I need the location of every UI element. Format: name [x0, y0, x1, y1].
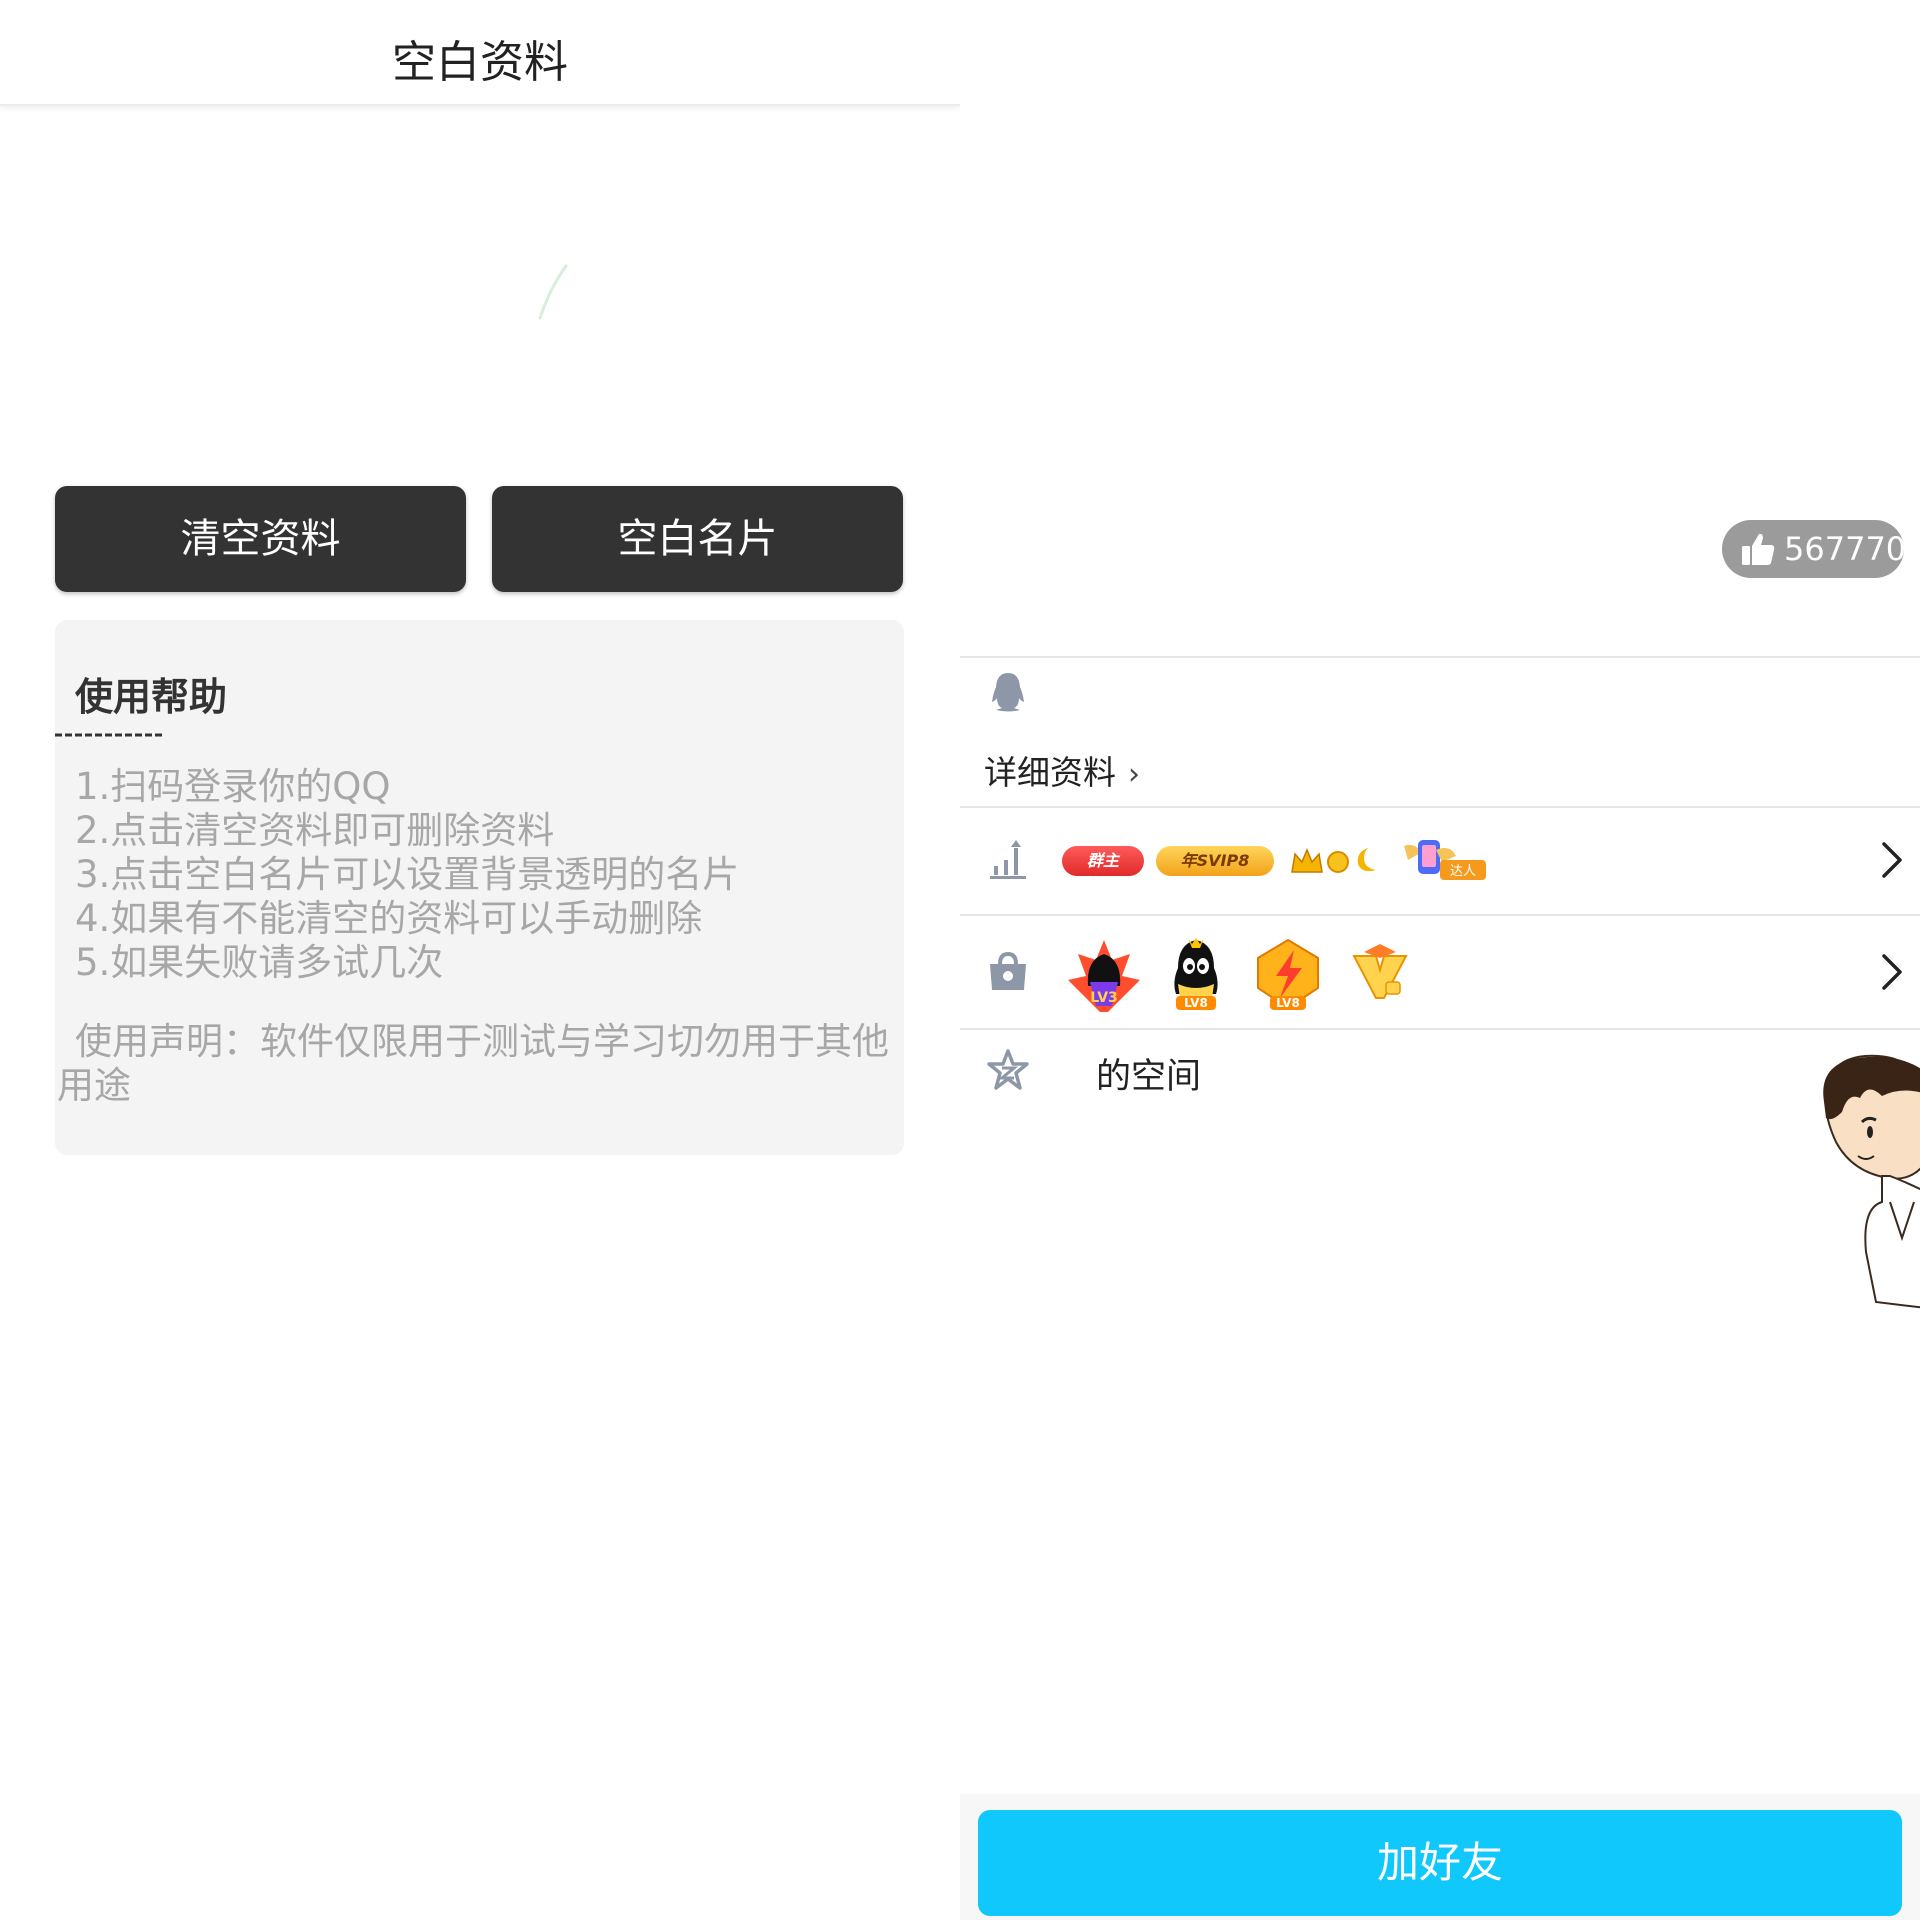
chevron-right-icon[interactable] [1876, 838, 1906, 882]
svg-text:LV8: LV8 [1184, 996, 1208, 1010]
penguin-icon [992, 673, 1024, 712]
expert-badge-icon: 达人 [1404, 840, 1486, 880]
v-shield-icon [1352, 944, 1408, 999]
svg-text:LV3: LV3 [1090, 990, 1118, 1006]
svg-text:达人: 达人 [1450, 864, 1476, 879]
game-bag-icon [990, 951, 1026, 990]
chevron-right-icon: › [1128, 757, 1140, 792]
divider [960, 1028, 1920, 1030]
clear-profile-button[interactable]: 清空资料 [55, 486, 466, 592]
page-title: 空白资料 [392, 37, 568, 88]
left-panel: 空白资料 清空资料 空白名片 使用帮助 1.扫码登录你的QQ 2.点击清空资料即… [0, 0, 960, 1920]
chevron-right-icon[interactable] [1876, 950, 1906, 994]
usage-declaration: 使用声明：软件仅限用于测试与学习切勿用于其他用途 [57, 1020, 889, 1107]
blank-card-button[interactable]: 空白名片 [492, 486, 903, 592]
cartoon-avatar [1823, 1054, 1920, 1309]
space-label[interactable]: 的空间 [1096, 1048, 1201, 1099]
likes-count: 567770 [1784, 530, 1907, 568]
qzone-star-icon [987, 1049, 1029, 1090]
lightning-lv8-icon: LV8 [1257, 938, 1319, 1010]
svg-text:LV8: LV8 [1276, 996, 1300, 1010]
header-bar: 空白资料 [0, 0, 960, 106]
game-lv3-icon: LV3 [1068, 940, 1140, 1012]
group-owner-badge: 群主 [1062, 846, 1144, 876]
divider [960, 656, 1920, 658]
detail-profile-link[interactable]: 详细资料 › [984, 746, 1140, 794]
thumbs-up-icon [1742, 533, 1775, 565]
detail-profile-label: 详细资料 [984, 753, 1116, 792]
help-title: 使用帮助 [75, 675, 228, 719]
divider [960, 914, 1920, 916]
help-step: 5.如果失败请多试几次 [75, 941, 444, 984]
help-separator [55, 733, 163, 737]
divider [960, 806, 1920, 808]
likes-badge[interactable]: 567770 [1722, 520, 1907, 578]
crown-sun-moon-icon [1291, 848, 1376, 873]
help-panel: 使用帮助 1.扫码登录你的QQ 2.点击清空资料即可删除资料 3.点击空白名片可… [55, 620, 904, 1155]
add-friend-button[interactable]: 加好友 [978, 1810, 1902, 1916]
svip-badge: 年SVIP8 [1156, 846, 1274, 876]
level-chart-icon [990, 840, 1026, 879]
right-panel: 567770 详细资料 › 群主 年SVIP8 达人 LV3 LV8 LV8 的… [960, 0, 1920, 1920]
qq-lv8-icon: LV8 [1174, 938, 1218, 1010]
loading-spinner-icon [538, 264, 568, 320]
